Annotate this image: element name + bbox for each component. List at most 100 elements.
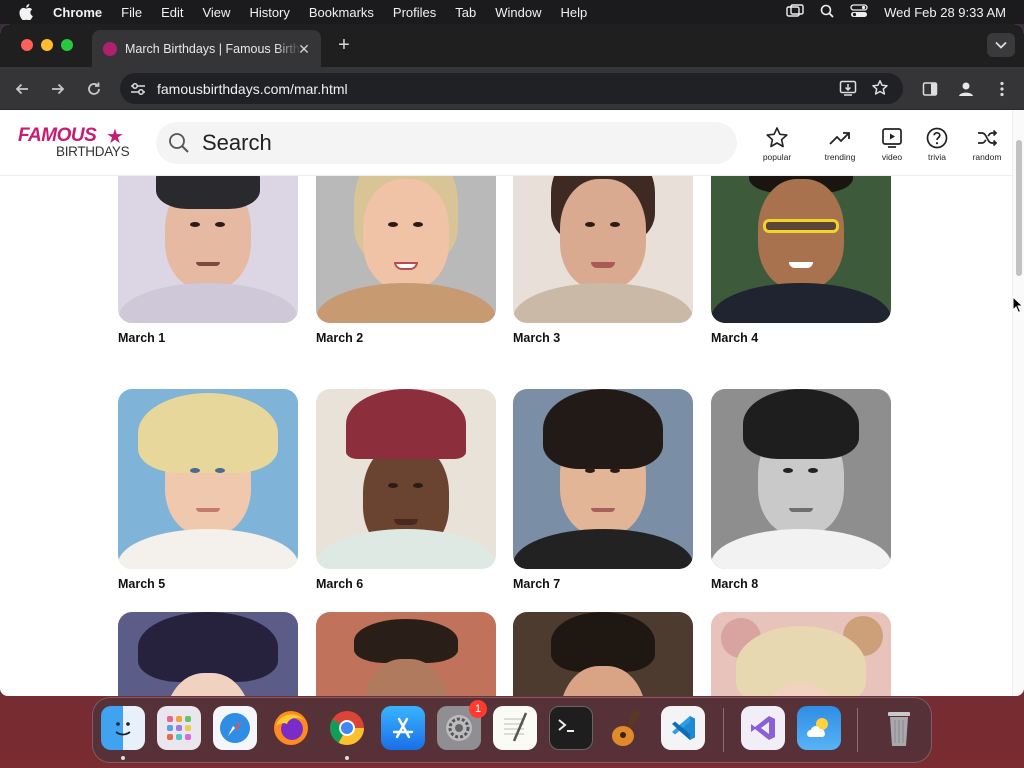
install-app-icon[interactable] xyxy=(839,79,857,102)
day-card-march-6[interactable]: March 6 xyxy=(316,389,496,591)
logo-star-icon: ★ xyxy=(106,126,124,148)
day-label[interactable]: March 4 xyxy=(711,331,891,345)
trending-icon xyxy=(829,132,850,145)
vscode-icon[interactable] xyxy=(661,706,705,750)
day-card-march-7[interactable]: March 7 xyxy=(513,389,693,591)
celebrity-photo[interactable] xyxy=(118,389,298,569)
celebrity-photo[interactable] xyxy=(513,612,693,696)
celebrity-photo[interactable] xyxy=(711,612,891,696)
dock-separator xyxy=(723,708,724,752)
menu-file[interactable]: File xyxy=(121,5,142,20)
site-search-input[interactable] xyxy=(202,130,702,156)
menu-window[interactable]: Window xyxy=(495,5,541,20)
page-scrollbar[interactable] xyxy=(1012,110,1024,696)
celebrity-photo[interactable] xyxy=(118,612,298,696)
tab-search-button[interactable] xyxy=(987,33,1015,57)
day-card-row3-1[interactable] xyxy=(118,612,298,696)
minimize-window-button[interactable] xyxy=(41,39,53,51)
menu-edit[interactable]: Edit xyxy=(161,5,183,20)
nav-popular[interactable]: popular xyxy=(754,126,800,162)
window-controls xyxy=(21,39,73,51)
close-tab-icon[interactable]: ✕ xyxy=(296,41,312,57)
notification-badge: 1 xyxy=(469,700,487,718)
address-bar[interactable]: famousbirthdays.com/mar.html xyxy=(120,73,903,104)
weather-icon[interactable] xyxy=(797,706,841,750)
day-card-row3-4[interactable] xyxy=(711,612,891,696)
textedit-icon[interactable] xyxy=(493,706,537,750)
day-card-row3-2[interactable] xyxy=(316,612,496,696)
firefox-icon[interactable] xyxy=(269,706,313,750)
menu-clock[interactable]: Wed Feb 28 9:33 AM xyxy=(884,5,1006,20)
trash-icon[interactable] xyxy=(877,706,921,750)
menu-view[interactable]: View xyxy=(202,5,230,20)
chrome-menu-button[interactable] xyxy=(990,77,1014,101)
forward-button[interactable] xyxy=(46,77,70,101)
menu-bar: Chrome File Edit View History Bookmarks … xyxy=(0,0,1024,24)
menu-history[interactable]: History xyxy=(249,5,289,20)
close-window-button[interactable] xyxy=(21,39,33,51)
mouse-cursor-icon xyxy=(1012,295,1024,314)
scrollbar-thumb[interactable] xyxy=(1016,140,1022,276)
day-label[interactable]: March 7 xyxy=(513,577,693,591)
menu-profiles[interactable]: Profiles xyxy=(393,5,436,20)
celebrity-photo[interactable] xyxy=(711,389,891,569)
nav-video[interactable]: video xyxy=(872,126,912,162)
system-settings-icon[interactable]: 1 xyxy=(437,700,487,750)
day-card-row3-3[interactable] xyxy=(513,612,693,696)
nav-popular-label: popular xyxy=(762,152,792,162)
menu-bookmarks[interactable]: Bookmarks xyxy=(309,5,374,20)
side-panel-button[interactable] xyxy=(918,77,942,101)
screen-mirroring-icon[interactable] xyxy=(786,3,804,21)
day-label[interactable]: March 5 xyxy=(118,577,298,591)
chrome-icon[interactable] xyxy=(325,706,369,750)
menu-help[interactable]: Help xyxy=(561,5,588,20)
finder-icon[interactable] xyxy=(101,706,145,750)
nav-trending-label: trending xyxy=(824,152,856,162)
celebrity-photo[interactable] xyxy=(513,389,693,569)
day-label[interactable]: March 2 xyxy=(316,331,496,345)
day-label[interactable]: March 6 xyxy=(316,577,496,591)
garageband-icon[interactable] xyxy=(605,706,649,750)
day-card-march-5[interactable]: March 5 xyxy=(118,389,298,591)
back-button[interactable] xyxy=(10,77,34,101)
day-label[interactable]: March 1 xyxy=(118,331,298,345)
control-center-icon[interactable] xyxy=(850,3,868,21)
site-info-icon[interactable] xyxy=(130,81,146,97)
menu-app-name[interactable]: Chrome xyxy=(53,5,102,20)
new-tab-button[interactable]: + xyxy=(335,35,353,55)
visual-studio-icon[interactable] xyxy=(741,706,785,750)
apple-menu-icon[interactable] xyxy=(19,4,33,20)
reload-button[interactable] xyxy=(82,77,106,101)
profile-avatar-icon xyxy=(959,82,973,96)
reload-icon xyxy=(88,82,100,95)
terminal-icon[interactable] xyxy=(549,706,593,750)
celebrity-photo[interactable] xyxy=(316,389,496,569)
celebrity-photo[interactable] xyxy=(316,612,496,696)
menu-tab[interactable]: Tab xyxy=(455,5,476,20)
nav-random[interactable]: random xyxy=(962,126,1012,162)
side-panel-icon xyxy=(922,82,938,96)
famous-birthdays-logo[interactable]: FAMOUS BIRTHDAYS ★ xyxy=(18,126,130,160)
day-label[interactable]: March 8 xyxy=(711,577,891,591)
site-search-bar[interactable] xyxy=(156,122,737,164)
video-icon xyxy=(882,128,902,148)
profile-button[interactable] xyxy=(954,77,978,101)
nav-trending[interactable]: trending xyxy=(808,126,872,162)
url-text[interactable]: famousbirthdays.com/mar.html xyxy=(157,81,348,97)
tab-title: March Birthdays | Famous Birthdays xyxy=(125,41,301,56)
fullscreen-window-button[interactable] xyxy=(61,39,73,51)
bookmark-star-icon[interactable] xyxy=(871,79,889,102)
tab-active[interactable]: March Birthdays | Famous Birthdays ✕ xyxy=(92,30,321,67)
site-header: FAMOUS BIRTHDAYS ★ popular trending xyxy=(0,110,1012,176)
nav-trivia[interactable]: trivia xyxy=(912,126,962,162)
spotlight-search-icon[interactable] xyxy=(820,4,834,21)
site-favicon-icon xyxy=(103,41,117,56)
app-store-icon[interactable] xyxy=(381,706,425,750)
day-card-march-8[interactable]: March 8 xyxy=(711,389,891,591)
web-page: FAMOUS BIRTHDAYS ★ popular trending xyxy=(0,110,1012,696)
nav-random-label: random xyxy=(972,152,1002,162)
day-label[interactable]: March 3 xyxy=(513,331,693,345)
safari-icon[interactable] xyxy=(213,706,257,750)
chrome-window: March Birthdays | Famous Birthdays ✕ + f… xyxy=(0,24,1024,696)
launchpad-icon[interactable] xyxy=(157,706,201,750)
